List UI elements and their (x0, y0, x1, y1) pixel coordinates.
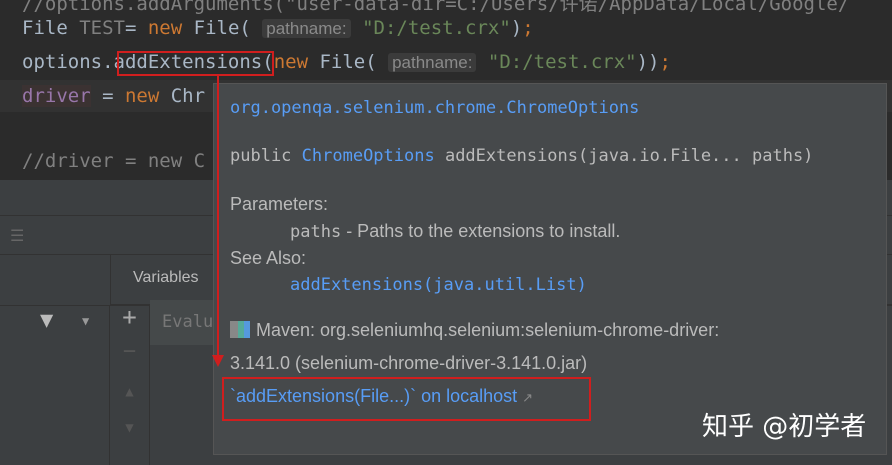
library-icon (230, 321, 250, 338)
code-line-1[interactable]: File TEST= new File( pathname: "D:/test.… (22, 16, 534, 41)
annotation-arrow (217, 75, 219, 357)
code-line-comment: //options.addArguments("user-data-dir=C:… (22, 0, 850, 15)
code-line-comment-2: //driver = new C (22, 150, 206, 172)
params-label: Parameters: (230, 194, 329, 214)
param-hint: pathname: (262, 19, 351, 38)
remove-icon[interactable]: − (110, 339, 149, 364)
add-icon[interactable]: + (110, 303, 149, 331)
annotation-box-link (222, 377, 591, 421)
annotation-arrowhead (212, 355, 224, 367)
param-hint: pathname: (388, 53, 477, 72)
annotation-box-method (117, 51, 274, 76)
maven-line: Maven: org.seleniumhq.selenium:selenium-… (230, 320, 719, 341)
param-desc: paths - Paths to the extensions to insta… (290, 221, 621, 242)
up-icon[interactable]: ▲ (110, 384, 149, 400)
layout-icon[interactable]: ☰ (10, 226, 24, 245)
tab-variables[interactable]: Variables (133, 269, 199, 287)
code-line-3[interactable]: driver = new Chr (22, 84, 205, 108)
down-icon[interactable]: ▼ (110, 420, 149, 436)
doc-signature: public ChromeOptions addExtensions(java.… (230, 146, 814, 166)
see-also-link[interactable]: addExtensions(java.util.List) (290, 275, 587, 295)
watermark: 知乎 @初学者 (702, 412, 867, 442)
see-also-label: See Also: (230, 248, 307, 268)
maven-jar: 3.141.0 (selenium-chrome-driver-3.141.0.… (230, 353, 588, 373)
doc-class[interactable]: org.openqa.selenium.chrome.ChromeOptions (230, 98, 639, 118)
